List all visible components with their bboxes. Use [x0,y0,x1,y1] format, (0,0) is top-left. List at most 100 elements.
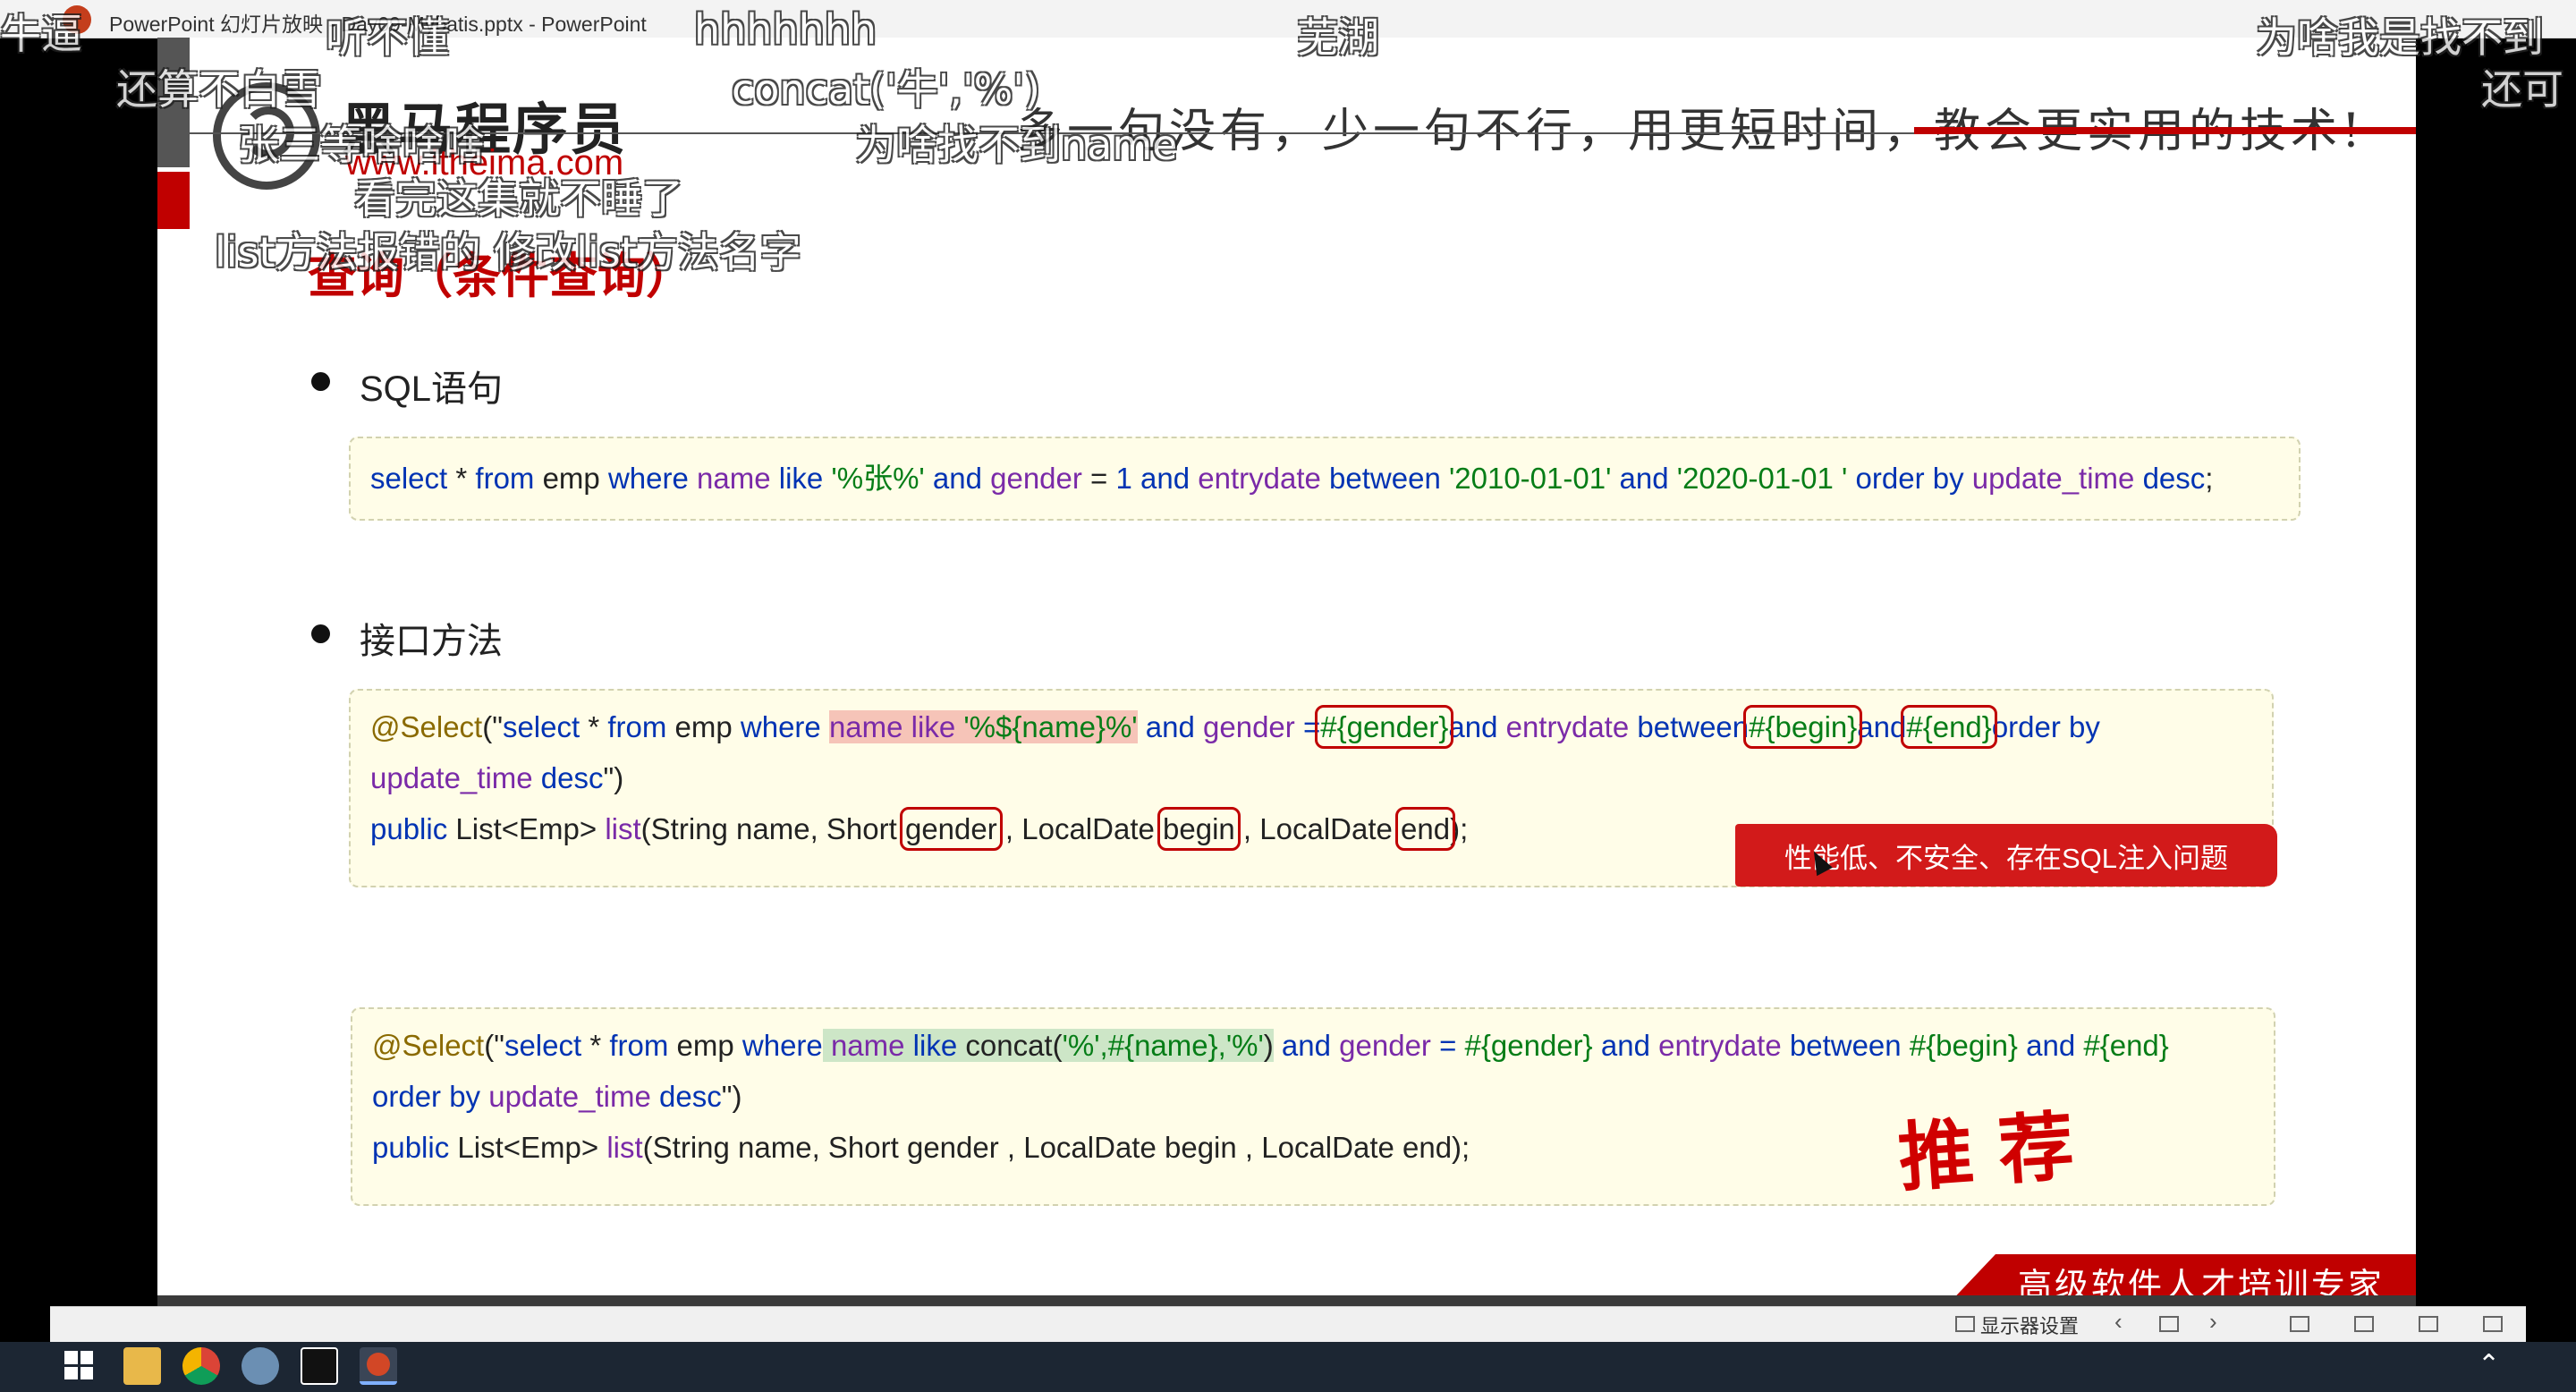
code-token: public [370,812,448,845]
code-token: = [1439,1029,1457,1062]
code-token: desc [532,761,604,794]
danmaku-comment: 牛逼 [0,10,82,58]
title-separator: - [522,13,542,36]
code-token: and [2026,1029,2076,1062]
code-token: #{begin} [1901,1029,2027,1062]
powerpoint-taskbar-icon[interactable] [360,1347,397,1385]
code-token: between [1789,1029,1902,1062]
code-token: and [1131,462,1191,495]
chevron-up-icon[interactable]: ⌃ [2478,1349,2500,1380]
reading-view-icon[interactable] [2419,1316,2438,1332]
section-label-interface: 接口方法 [360,622,503,661]
code-token: ); [1450,812,1469,845]
code-token: * [581,1029,610,1062]
code-token: ) [1263,1029,1274,1062]
normal-view-icon[interactable] [2290,1316,2309,1332]
code-token: and [1619,462,1669,495]
start-icon[interactable] [64,1351,93,1379]
code-token: where [607,462,689,495]
previous-slide-icon[interactable]: ‹ [2114,1308,2123,1336]
boxed-param-gender: #{gender} [1315,705,1454,749]
code-token: ") [603,761,624,794]
code-token: (String name, Short gender , LocalDate b… [642,1131,1470,1164]
bullet-icon [311,372,330,391]
code-token: from [475,462,535,495]
code-token: list [606,1131,643,1164]
code-token: '%张%' [823,462,933,495]
code-token: '2010-01-01' [1440,462,1620,495]
boxed-param-begin: #{begin} [1743,705,1863,749]
sql-code-box: select * from emp where name like '%张%' … [349,437,2301,521]
section-label-sql: SQL语句 [360,369,504,409]
code-token: desc [2142,462,2206,495]
code-token: order by [1991,710,2100,743]
code-token: public [372,1131,450,1164]
chrome-icon[interactable] [182,1347,220,1385]
code-token: , LocalDate [996,812,1164,845]
code-token: and [1448,710,1498,743]
danmaku-comment: 听不懂 [326,13,449,62]
recommend-stamp: 推荐 [1895,1099,2102,1202]
code-token: where [741,1029,823,1062]
code-token: select [504,1029,582,1062]
code-token: '%',#{name},'%' [1062,1029,1264,1062]
danmaku-comment: concat('牛','%') [732,65,1040,114]
code-token: (String name, Short [640,812,905,845]
header-red-underline [1914,127,2416,134]
boxed-param-end: #{end} [1901,705,1997,749]
code-token: like [778,462,824,495]
display-settings-button[interactable]: 显示器设置 [1980,1311,2079,1339]
boxed-arg-end: end [1395,807,1456,851]
code-token: name [828,710,903,743]
app-icon[interactable] [242,1347,279,1385]
intellij-icon[interactable] [301,1347,338,1385]
code-token: update_time [1963,462,2143,495]
code-token: 1 [1115,462,1132,495]
danmaku-comment: 看完这集就不睡了 [354,174,683,223]
code-token: list [605,812,641,845]
code-token: and [1600,1029,1650,1062]
danmaku-comment: hhhhhhh [694,5,877,54]
slide-grid-icon[interactable] [2159,1316,2179,1332]
code-token: List<Emp> [449,1131,607,1164]
code-token: #{gender} [1456,1029,1601,1062]
code-token: emp [668,1029,742,1062]
code-token: '2020-01-01 ' [1668,462,1856,495]
code-token: entrydate [1497,710,1638,743]
code-token: name [688,462,779,495]
sql-statement: select * from emp where name like '%张%' … [370,453,2213,504]
code-line-1: @Select("select * from emp where name li… [372,1020,2169,1071]
code-token: where [740,710,821,743]
code-token: gender [1194,710,1303,743]
title-app-mode: PowerPoint 幻灯片放映 [109,13,324,36]
danmaku-comment: list方法报错的 修改list方法名字 [215,228,801,276]
highlight-unsafe-like: name like '%${name}%' [828,710,1138,743]
slide-sorter-icon[interactable] [2354,1316,2374,1332]
danmaku-comment: 为啥找不到name [855,121,1178,169]
code-token: select [370,462,448,495]
code-token: order by [1855,462,1964,495]
code-token: * [580,710,608,743]
code-token: from [607,710,667,743]
code-token: (" [482,710,503,743]
code-token: and [1273,1029,1331,1062]
boxed-arg-gender: gender [899,807,1003,851]
code-token: ; [2205,462,2214,495]
code-line-2: update_time desc") [370,752,623,803]
code-token: concat( [957,1029,1063,1062]
code-token: @Select [372,1029,485,1062]
code-token: like [902,710,964,743]
slide-red-accent [157,172,190,229]
code-line-1: @Select("select * from emp where name li… [370,701,2100,752]
monitor-icon[interactable] [1955,1316,1975,1332]
code-token: order by [372,1080,481,1113]
code-token: and [1857,710,1907,743]
code-token: gender [1331,1029,1440,1062]
next-slide-icon[interactable]: › [2209,1308,2217,1336]
code-line-3: public List<Emp> list(String name, Short… [370,803,1468,854]
highlight-concat: name like concat('%',#{name},'%') [822,1029,1274,1062]
code-token: ") [721,1080,742,1113]
file-explorer-icon[interactable] [123,1347,161,1385]
code-token: List<Emp> [447,812,606,845]
slideshow-icon[interactable] [2483,1316,2503,1332]
